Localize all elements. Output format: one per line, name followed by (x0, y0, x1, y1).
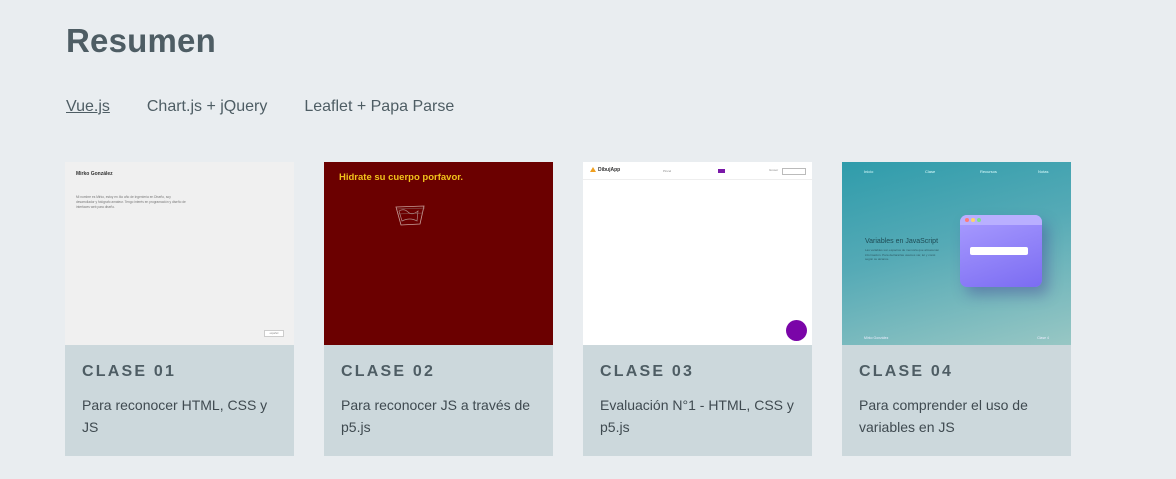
thumb-nav-item: Clase (925, 169, 936, 174)
card-clase-label: CLASE 04 (859, 363, 954, 380)
card-clase-label: CLASE 01 (82, 363, 177, 380)
thumb-paragraph: Mi nombre es Mirko, estoy en 4to año de … (76, 195, 186, 209)
card-clase-label: CLASE 02 (341, 363, 436, 380)
card-description: Para reconocer JS a través de p5.js (341, 397, 531, 435)
tab-leaflet-papaparse[interactable]: Leaflet + Papa Parse (304, 98, 454, 116)
thumb-color-swatch (718, 169, 725, 173)
card-description: Para reconocer HTML, CSS y JS (82, 397, 268, 435)
window-titlebar (960, 215, 1042, 225)
class-card-03[interactable]: DibujApp Pincel Grosor CLASE 03 Evaluaci… (583, 162, 812, 456)
thumb-app-logo: DibujApp (590, 167, 620, 173)
thumb-footer-right: Clase 4 (1037, 336, 1049, 340)
class-card-04[interactable]: Inicio Clase Recursos Notas Variables en… (842, 162, 1071, 456)
window-input-bar (970, 247, 1028, 255)
card-thumbnail: Hidrate su cuerpo porfavor. (324, 162, 553, 345)
card-description: Para comprender el uso de variables en J… (859, 397, 1028, 435)
thumb-select (782, 168, 806, 175)
thumb-footer-left: Mirko González (864, 336, 889, 340)
thumb-language-button: español (264, 330, 284, 337)
window-dot (977, 218, 981, 222)
window-dot (971, 218, 975, 222)
browser-window-icon (960, 215, 1042, 287)
logo-triangle-icon (590, 167, 596, 172)
card-clase-label: CLASE 03 (600, 363, 695, 380)
thumb-heading: Variables en JavaScript (865, 238, 939, 245)
thumb-logo-text: DibujApp (598, 167, 621, 173)
card-thumbnail: Inicio Clase Recursos Notas Variables en… (842, 162, 1071, 345)
tab-chartjs-jquery[interactable]: Chart.js + jQuery (147, 98, 267, 116)
water-glass-sketch-icon (395, 205, 426, 226)
class-card-01[interactable]: Mirko González Mi nombre es Mirko, estoy… (65, 162, 294, 456)
thumb-nav-text: Pincel (663, 169, 672, 173)
card-thumbnail: DibujApp Pincel Grosor (583, 162, 812, 345)
card-description: Evaluación N°1 - HTML, CSS y p5.js (600, 397, 794, 435)
thumb-headline: Hidrate su cuerpo porfavor. (339, 172, 464, 183)
page-title: Resumen (66, 22, 216, 59)
thumb-nav-item: Recursos (980, 169, 997, 174)
thumb-fab (786, 320, 807, 341)
class-cards: Mirko González Mi nombre es Mirko, estoy… (65, 162, 1071, 456)
thumb-control-label: Grosor (769, 168, 779, 172)
thumb-nav-item: Inicio (864, 169, 874, 174)
tab-vuejs[interactable]: Vue.js (66, 98, 110, 116)
card-thumbnail: Mirko González Mi nombre es Mirko, estoy… (65, 162, 294, 345)
thumb-name: Mirko González (76, 171, 113, 177)
window-dot (965, 218, 969, 222)
project-tabs: Vue.js Chart.js + jQuery Leaflet + Papa … (66, 98, 491, 116)
thumb-nav-item: Notas (1038, 169, 1049, 174)
thumb-app-bar: DibujApp Pincel Grosor (583, 162, 812, 180)
class-card-02[interactable]: Hidrate su cuerpo porfavor. CLASE 02 Par… (324, 162, 553, 456)
thumb-paragraph: Las variables son espacios de memoria qu… (865, 248, 940, 261)
